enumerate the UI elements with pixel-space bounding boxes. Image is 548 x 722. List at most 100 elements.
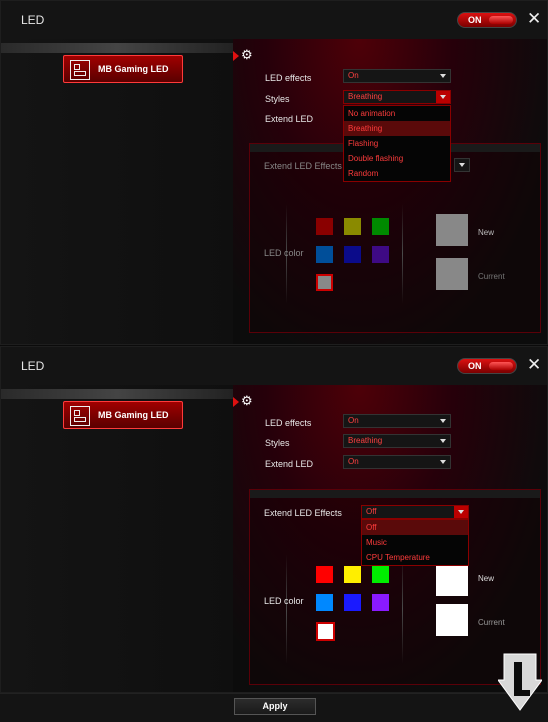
sidebar-item-label: MB Gaming LED [98, 64, 169, 74]
styles-label: Styles [265, 438, 290, 448]
divider [402, 554, 403, 664]
led-color-label: LED color [264, 248, 304, 258]
motherboard-icon [70, 60, 90, 80]
color-swatch-blue[interactable] [344, 246, 361, 263]
toggle-knob [489, 16, 513, 24]
styles-dropdown[interactable]: Breathing [343, 434, 451, 448]
color-swatch-blue[interactable] [344, 594, 361, 611]
title-bar: LED ON ✕ [1, 347, 547, 386]
menu-item-flashing[interactable]: Flashing [344, 136, 450, 151]
menu-item-breathing[interactable]: Breathing [344, 121, 450, 136]
color-swatch-lightblue[interactable] [316, 594, 333, 611]
extend-led-dropdown[interactable]: On [343, 455, 451, 469]
menu-item-double-flashing[interactable]: Double flashing [344, 151, 450, 166]
color-swatch-yellow[interactable] [344, 566, 361, 583]
power-toggle-label: ON [468, 361, 482, 371]
menu-item-music[interactable]: Music [362, 535, 468, 550]
power-toggle-label: ON [468, 15, 482, 25]
current-label: Current [478, 618, 505, 627]
chevron-down-icon [440, 95, 446, 99]
title-bar: LED ON ✕ [1, 1, 547, 40]
sidebar-item-mb-gaming-led[interactable]: MB Gaming LED [63, 401, 183, 429]
sidebar-item-mb-gaming-led[interactable]: MB Gaming LED [63, 55, 183, 83]
chevron-down-icon [440, 460, 446, 464]
active-marker-icon [233, 51, 239, 61]
power-toggle[interactable]: ON [457, 358, 517, 374]
led-effects-dropdown[interactable]: On [343, 414, 451, 428]
led-effects-value: On [348, 71, 359, 80]
sidebar-header-bar [1, 389, 233, 399]
dropdown-button[interactable] [454, 506, 468, 518]
led-effects-value: On [348, 416, 359, 425]
extend-led-label: Extend LED [265, 114, 314, 124]
chevron-down-icon [440, 419, 446, 423]
sidebar: MB Gaming LED [1, 385, 233, 692]
close-icon[interactable]: ✕ [527, 9, 541, 29]
section-header-bar [250, 490, 540, 498]
motherboard-icon [70, 406, 90, 426]
extend-led-effects-label: Extend LED Effects [264, 508, 342, 518]
active-marker-icon [233, 397, 239, 407]
led-effects-label: LED effects [265, 73, 312, 83]
current-label: Current [478, 272, 505, 281]
extend-led-effects-value: Off [366, 507, 377, 516]
styles-dropdown[interactable]: Breathing [343, 90, 451, 104]
sidebar: MB Gaming LED [1, 39, 233, 344]
extend-led-value: On [348, 457, 359, 466]
styles-value: Breathing [348, 436, 383, 445]
extend-led-label: Extend LED [265, 459, 314, 469]
styles-label: Styles [265, 94, 290, 104]
current-color-preview [436, 604, 468, 636]
extend-led-effects-dropdown[interactable]: Off [361, 505, 469, 519]
led-panel-bottom: LED ON ✕ MB Gaming LED ⚙ LED effects On … [0, 346, 548, 693]
gear-icon[interactable]: ⚙ [241, 393, 253, 409]
custom-color-swatch[interactable] [316, 274, 333, 291]
color-swatch-red[interactable] [316, 218, 333, 235]
bottom-bar: Apply [0, 693, 548, 722]
window-title: LED [21, 13, 45, 27]
styles-value: Breathing [348, 92, 383, 101]
chevron-down-icon [440, 74, 446, 78]
sidebar-header-bar [1, 43, 233, 53]
led-panel-top: LED ON ✕ MB Gaming LED ⚙ LED effects On … [0, 0, 548, 345]
close-icon[interactable]: ✕ [527, 355, 541, 375]
dropdown-button[interactable] [436, 91, 450, 103]
main-settings: ⚙ LED effects On Styles Breathing Extend… [233, 39, 547, 344]
current-color-preview [436, 258, 468, 290]
custom-color-swatch[interactable] [316, 622, 335, 641]
chevron-down-icon [459, 163, 465, 167]
apply-button[interactable]: Apply [234, 698, 316, 715]
led-effects-label: LED effects [265, 418, 312, 428]
power-toggle[interactable]: ON [457, 12, 517, 28]
gear-icon[interactable]: ⚙ [241, 47, 253, 63]
color-swatch-red[interactable] [316, 566, 333, 583]
window-title: LED [21, 359, 45, 373]
menu-item-random[interactable]: Random [344, 166, 450, 181]
menu-item-off[interactable]: Off [362, 520, 468, 535]
menu-item-cpu-temperature[interactable]: CPU Temperature [362, 550, 468, 565]
legit-reviews-logo-icon [498, 653, 542, 711]
main-settings: ⚙ LED effects On Styles Breathing Extend… [233, 385, 547, 692]
color-swatch-purple[interactable] [372, 594, 389, 611]
extend-led-effects-label: Extend LED Effects [264, 161, 342, 171]
menu-item-no-animation[interactable]: No animation [344, 106, 450, 121]
color-swatch-lightblue[interactable] [316, 246, 333, 263]
new-color-preview [436, 564, 468, 596]
new-label: New [478, 228, 495, 237]
color-swatch-yellow[interactable] [344, 218, 361, 235]
new-color-preview [436, 214, 468, 246]
color-swatch-green[interactable] [372, 218, 389, 235]
toggle-knob [489, 362, 513, 370]
sidebar-item-label: MB Gaming LED [98, 410, 169, 420]
extend-led-effects-menu: Off Music CPU Temperature [361, 519, 469, 566]
chevron-down-icon [440, 439, 446, 443]
chevron-down-icon [458, 510, 464, 514]
color-swatch-green[interactable] [372, 566, 389, 583]
divider [286, 554, 287, 664]
extend-led-effects-dropdown-edge[interactable] [454, 158, 470, 172]
led-effects-dropdown[interactable]: On [343, 69, 451, 83]
new-label: New [478, 574, 495, 583]
color-swatch-purple[interactable] [372, 246, 389, 263]
styles-dropdown-menu: No animation Breathing Flashing Double f… [343, 105, 451, 182]
divider [402, 204, 403, 304]
